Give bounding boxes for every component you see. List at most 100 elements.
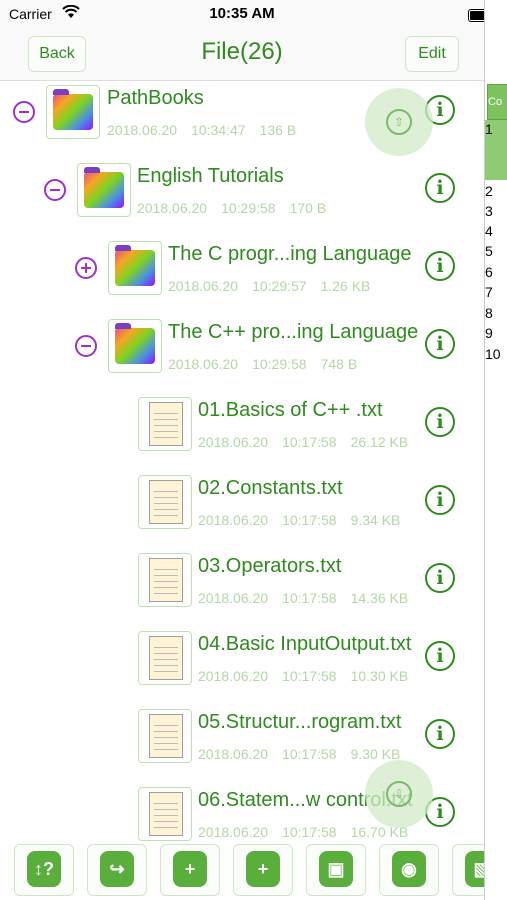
collapse-icon[interactable] [44,179,66,201]
line-number: 4 [485,223,493,239]
file-date: 2018.06.20 [107,122,178,138]
text-file-icon [138,787,192,841]
new-folder-icon: + [173,851,207,887]
line-number: 7 [485,284,493,300]
line-number: 8 [485,305,493,321]
info-icon[interactable]: i [425,641,455,671]
list-item[interactable]: 03.Operators.txt 2018.06.20 10:17:58 14.36… [0,549,484,627]
list-item[interactable]: 02.Constants.txt 2018.06.20 10:17:58 9.34 … [0,471,484,549]
file-time: 10:29:57 [252,278,307,294]
edit-button[interactable]: Edit [405,36,459,72]
camera-button[interactable]: ◉ [379,844,439,896]
text-file-icon [138,397,192,451]
info-icon[interactable]: i [425,485,455,515]
file-meta: 2018.06.20 10:17:58 10.30 KB [198,668,422,684]
file-date: 2018.06.20 [198,746,269,762]
file-name: 03.Operators.txt [198,555,342,577]
list-item[interactable]: 01.Basics of C++ .txt 2018.06.20 10:17:58… [0,393,484,471]
folder-icon [77,163,131,217]
line-number: 9 [485,325,493,341]
info-icon[interactable]: i [425,719,455,749]
info-icon[interactable]: i [425,407,455,437]
file-name: 04.Basic InputOutput.txt [198,633,412,655]
file-name: 01.Basics of C++ .txt [198,399,383,421]
list-item[interactable]: The C++ pro...ing Language 2018.06.20 10:… [0,315,484,393]
file-name: 02.Constants.txt [198,477,343,499]
new-file-icon: + [246,851,280,887]
file-name: 05.Structur...rogram.txt [198,711,402,733]
navigation-bar: Back File(26) Edit [0,28,484,81]
file-time: 10:17:58 [282,512,337,528]
side-panel-tab[interactable]: Co [487,84,507,120]
clock: 10:35 AM [209,5,275,22]
file-meta: 2018.06.20 10:17:58 26.12 KB [198,434,422,450]
sort-icon: ↕? [27,851,61,887]
side-panel: Co 1 2 3 4 5 6 7 8 9 10 [484,0,507,900]
file-name: The C++ pro...ing Language [168,321,419,343]
info-icon[interactable]: i [425,251,455,281]
camera-icon: ◉ [392,851,426,887]
info-icon[interactable]: i [425,329,455,359]
collapse-icon[interactable] [75,335,97,357]
expand-icon[interactable] [75,257,97,279]
file-time: 10:29:58 [221,200,276,216]
line-number: 2 [485,183,493,199]
info-icon[interactable]: i [425,173,455,203]
file-date: 2018.06.20 [198,668,269,684]
file-name: The C progr...ing Language [168,243,412,265]
bottom-toolbar: ↕? ↪ + + ▣ ◉ ▧ [0,841,484,900]
file-name: English Tutorials [137,165,284,187]
file-size: 14.36 KB [350,590,409,606]
file-meta: 2018.06.20 10:17:58 9.34 KB [198,512,414,528]
collapse-icon[interactable] [13,101,35,123]
folder-icon [46,85,100,139]
file-size: 9.34 KB [350,512,401,528]
file-size: 10.30 KB [350,668,409,684]
sort-button[interactable]: ↕? [14,844,74,896]
text-file-icon [138,631,192,685]
text-file-icon [138,553,192,607]
file-time: 10:34:47 [191,122,246,138]
file-meta: 2018.06.20 10:17:58 14.36 KB [198,590,422,606]
file-name: PathBooks [107,87,204,109]
file-date: 2018.06.20 [198,824,269,840]
list-item[interactable]: The C progr...ing Language 2018.06.20 10:… [0,237,484,315]
file-meta: 2018.06.20 10:34:47 136 B [107,122,310,138]
folder-icon [108,241,162,295]
line-number: 10 [485,346,501,362]
file-meta: 2018.06.20 10:29:57 1.26 KB [168,278,384,294]
text-file-icon [138,475,192,529]
file-date: 2018.06.20 [168,356,239,372]
arrow-down-icon: ⇩ [386,781,412,807]
file-size: 136 B [259,122,297,138]
file-date: 2018.06.20 [198,590,269,606]
file-time: 10:17:58 [282,668,337,684]
file-size: 1.26 KB [320,278,371,294]
file-list: PathBooks 2018.06.20 10:34:47 136 B i Engl… [0,81,484,841]
file-size: 170 B [289,200,327,216]
file-size: 748 B [320,356,358,372]
scroll-bottom-button[interactable]: ⇩ [365,760,433,828]
scroll-top-button[interactable]: ⇧ [365,88,433,156]
photo-icon: ▧ [465,851,484,887]
photo-button[interactable]: ▧ [452,844,484,896]
file-time: 10:17:58 [282,824,337,840]
file-date: 2018.06.20 [168,278,239,294]
file-meta: 2018.06.20 10:17:58 9.30 KB [198,746,414,762]
list-item[interactable]: 04.Basic InputOutput.txt 2018.06.20 10:17… [0,627,484,705]
new-file-button[interactable]: + [233,844,293,896]
info-icon[interactable]: i [425,563,455,593]
line-number: 1 [485,121,493,137]
line-number: 5 [485,243,493,259]
file-date: 2018.06.20 [198,434,269,450]
new-folder-button[interactable]: + [160,844,220,896]
file-date: 2018.06.20 [137,200,208,216]
add-image-icon: ▣ [319,851,353,887]
status-bar: Carrier 10:35 AM [0,0,507,28]
add-image-button[interactable]: ▣ [306,844,366,896]
line-number: 6 [485,264,493,280]
open-folder-icon: ↪ [100,851,134,887]
file-time: 10:17:58 [282,746,337,762]
list-item[interactable]: English Tutorials 2018.06.20 10:29:58 170 … [0,159,484,237]
open-folder-button[interactable]: ↪ [87,844,147,896]
